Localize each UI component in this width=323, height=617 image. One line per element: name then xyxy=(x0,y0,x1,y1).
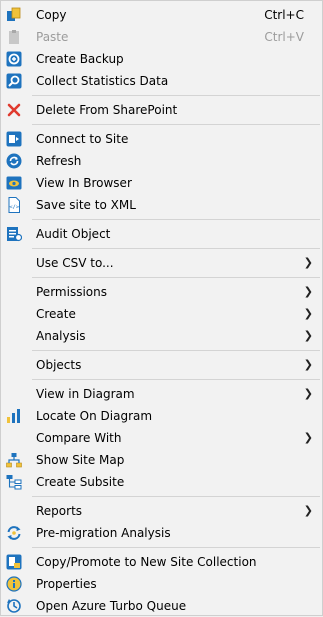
menu-item-label: Objects xyxy=(36,358,82,372)
submenu-arrow-icon: ❯ xyxy=(303,285,313,298)
azure-queue-icon xyxy=(6,598,22,614)
menu-separator xyxy=(1,493,322,500)
sharepoint-connect-icon xyxy=(6,131,22,147)
menu-item-view-in-diagram[interactable]: View in Diagram ❯ xyxy=(1,383,322,405)
submenu-arrow-icon: ❯ xyxy=(303,431,313,444)
context-menu: Copy Ctrl+C Paste Ctrl+V Create Backup C… xyxy=(0,0,323,616)
subsite-icon xyxy=(6,474,22,490)
menu-separator xyxy=(1,544,322,551)
menu-item-reports[interactable]: Reports ❯ xyxy=(1,500,322,522)
delete-icon xyxy=(6,102,22,118)
submenu-arrow-icon: ❯ xyxy=(303,358,313,371)
menu-item-permissions[interactable]: Permissions ❯ xyxy=(1,281,322,303)
browser-icon xyxy=(6,175,22,191)
menu-item-collect-statistics[interactable]: Collect Statistics Data xyxy=(1,70,322,92)
menu-item-label: Copy xyxy=(36,8,67,22)
menu-item-objects[interactable]: Objects ❯ xyxy=(1,354,322,376)
menu-item-view-in-browser[interactable]: View In Browser xyxy=(1,172,322,194)
menu-item-copy-promote[interactable]: Copy/Promote to New Site Collection xyxy=(1,551,322,573)
copy-icon xyxy=(6,7,22,23)
menu-item-create-subsite[interactable]: Create Subsite xyxy=(1,471,322,493)
menu-item-label: Analysis xyxy=(36,329,86,343)
menu-item-label: Properties xyxy=(36,577,97,591)
menu-item-label: Audit Object xyxy=(36,227,111,241)
site-map-icon xyxy=(6,452,22,468)
menu-separator xyxy=(1,216,322,223)
xml-icon: </> xyxy=(6,197,22,213)
menu-item-label: Connect to Site xyxy=(36,132,129,146)
menu-item-create[interactable]: Create ❯ xyxy=(1,303,322,325)
menu-item-label: Save site to XML xyxy=(36,198,136,212)
menu-item-locate-on-diagram[interactable]: Locate On Diagram xyxy=(1,405,322,427)
menu-item-label: Create Backup xyxy=(36,52,124,66)
menu-item-refresh[interactable]: Refresh xyxy=(1,150,322,172)
menu-item-pre-migration-analysis[interactable]: Pre-migration Analysis xyxy=(1,522,322,544)
menu-item-save-site-to-xml[interactable]: </> Save site to XML xyxy=(1,194,322,216)
shortcut-label: Ctrl+V xyxy=(264,30,304,44)
menu-item-label: Use CSV to... xyxy=(36,256,114,270)
submenu-arrow-icon: ❯ xyxy=(303,256,313,269)
diagram-chart-icon xyxy=(6,408,22,424)
menu-item-label: View in Diagram xyxy=(36,387,135,401)
properties-icon xyxy=(6,576,22,592)
menu-item-properties[interactable]: Properties xyxy=(1,573,322,595)
submenu-arrow-icon: ❯ xyxy=(303,504,313,517)
menu-item-compare-with[interactable]: Compare With ❯ xyxy=(1,427,322,449)
menu-item-label: Delete From SharePoint xyxy=(36,103,178,117)
menu-item-label: Locate On Diagram xyxy=(36,409,153,423)
menu-item-show-site-map[interactable]: Show Site Map xyxy=(1,449,322,471)
menu-separator xyxy=(1,92,322,99)
shortcut-label: Ctrl+C xyxy=(264,8,304,22)
submenu-arrow-icon: ❯ xyxy=(303,387,313,400)
menu-item-label: Create Subsite xyxy=(36,475,125,489)
menu-item-label: Collect Statistics Data xyxy=(36,74,169,88)
menu-separator xyxy=(1,245,322,252)
menu-item-paste[interactable]: Paste Ctrl+V xyxy=(1,26,322,48)
statistics-icon xyxy=(6,73,22,89)
menu-item-label: Pre-migration Analysis xyxy=(36,526,171,540)
menu-item-analysis[interactable]: Analysis ❯ xyxy=(1,325,322,347)
menu-item-label: Create xyxy=(36,307,76,321)
menu-item-connect-to-site[interactable]: Connect to Site xyxy=(1,128,322,150)
menu-item-create-backup[interactable]: Create Backup xyxy=(1,48,322,70)
svg-text:</>: </> xyxy=(9,205,20,211)
submenu-arrow-icon: ❯ xyxy=(303,307,313,320)
menu-item-label: View In Browser xyxy=(36,176,132,190)
backup-icon xyxy=(6,51,22,67)
menu-separator xyxy=(1,274,322,281)
menu-item-use-csv-to[interactable]: Use CSV to... ❯ xyxy=(1,252,322,274)
menu-item-label: Refresh xyxy=(36,154,82,168)
menu-item-label: Show Site Map xyxy=(36,453,125,467)
menu-separator xyxy=(1,376,322,383)
menu-item-open-azure-turbo-queue[interactable]: Open Azure Turbo Queue xyxy=(1,595,322,617)
menu-item-delete-from-sharepoint[interactable]: Delete From SharePoint xyxy=(1,99,322,121)
menu-item-label: Permissions xyxy=(36,285,107,299)
audit-icon xyxy=(6,226,22,242)
menu-item-label: Copy/Promote to New Site Collection xyxy=(36,555,257,569)
menu-item-copy[interactable]: Copy Ctrl+C xyxy=(1,4,322,26)
menu-item-label: Reports xyxy=(36,504,83,518)
menu-separator xyxy=(1,121,322,128)
menu-item-audit-object[interactable]: Audit Object xyxy=(1,223,322,245)
submenu-arrow-icon: ❯ xyxy=(303,329,313,342)
promote-icon xyxy=(6,554,22,570)
menu-item-label: Compare With xyxy=(36,431,122,445)
migration-icon xyxy=(6,525,22,541)
menu-item-label: Open Azure Turbo Queue xyxy=(36,599,187,613)
menu-separator xyxy=(1,347,322,354)
refresh-icon xyxy=(6,153,22,169)
paste-icon xyxy=(6,29,22,45)
menu-item-label: Paste xyxy=(36,30,69,44)
